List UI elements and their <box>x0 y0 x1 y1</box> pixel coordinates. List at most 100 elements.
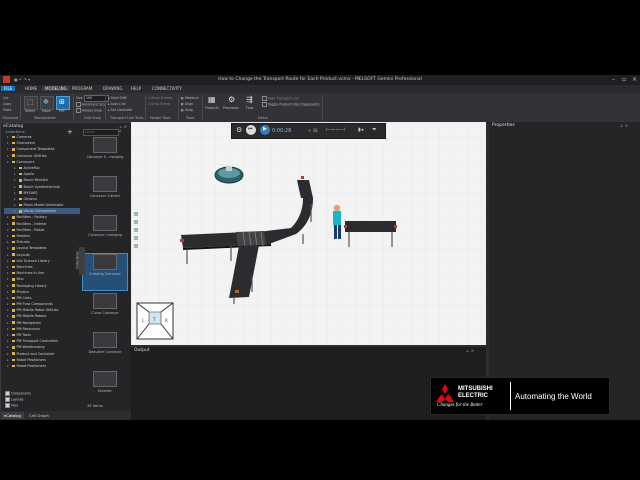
crossing-conveyor[interactable] <box>236 231 266 247</box>
collections-side-tab[interactable]: Collections <box>76 247 85 275</box>
conveyor-icon <box>93 332 117 348</box>
maximize-icon[interactable]: ▫ <box>622 76 626 83</box>
tree-item-label: Machines In-line <box>16 271 45 276</box>
floor-grid <box>131 122 486 345</box>
filter-files[interactable]: Files <box>5 403 18 408</box>
select-button[interactable]: ⬚ <box>24 96 38 110</box>
hide-transport-link-option[interactable]: Hide Transport Link <box>262 96 299 101</box>
move-button[interactable]: ✥ <box>40 96 54 110</box>
always-snap-checkbox[interactable] <box>76 108 81 113</box>
camera-icon[interactable]: ▮◂ <box>358 127 363 133</box>
filter-layouts-checkbox[interactable] <box>5 397 10 402</box>
items-count: 35 Items <box>87 404 103 408</box>
window-title: How to Change the Transport Route for Ea… <box>218 77 422 82</box>
tab-ecatalog[interactable]: eCatalog <box>1 412 24 419</box>
tree-item-label: Fixtures <box>16 240 30 245</box>
filter-components-checkbox[interactable] <box>5 391 10 396</box>
tree-item[interactable]: ▸ Robot Positioners <box>4 363 80 369</box>
tree-item-label: Physics <box>16 289 30 294</box>
toggle-product-filter-checkbox[interactable] <box>262 102 267 107</box>
pnp-button[interactable]: ⊞ <box>56 96 70 110</box>
component-thumbnail[interactable]: Conveyor II - merging <box>83 137 127 173</box>
tree-item-label: Layout Templates <box>16 246 47 251</box>
component-thumbnail[interactable]: Curve Conveyor <box>83 293 127 329</box>
measure-button[interactable]: ◧ Measure <box>181 96 199 100</box>
component-thumbnail[interactable]: Deduster Conveyor <box>83 332 127 368</box>
always-snap-option[interactable]: Always Snap <box>76 108 102 113</box>
tree-item-label: Apollo <box>23 172 35 177</box>
filter-icon[interactable]: ⏷ <box>372 126 377 134</box>
hide-transport-link-checkbox[interactable] <box>262 96 267 101</box>
folder-icon <box>12 265 15 269</box>
properties-title: Properties <box>492 123 515 128</box>
settings-icon[interactable]: ⚙ <box>236 126 242 134</box>
thumbnail-label: Conveyor Y-divert <box>89 194 121 198</box>
svg-text:T: T <box>152 317 156 322</box>
component-thumbnail[interactable]: Diverter <box>83 371 127 407</box>
filter-components[interactable]: Components <box>5 391 31 396</box>
filter-layouts[interactable]: Layouts <box>5 397 24 402</box>
menu-drawing[interactable]: DRAWING <box>100 86 125 91</box>
tree-item-label: Activefloc <box>23 165 41 170</box>
menu-connectivity[interactable]: CONNECTIVITY <box>149 86 185 91</box>
search-icon[interactable]: ⌕ <box>119 128 121 133</box>
select-label: Select <box>25 109 35 113</box>
toggle-product-filter-option[interactable]: Toggle Product Filter Diagnostics <box>262 102 320 107</box>
folder-icon <box>19 210 22 213</box>
paste-button[interactable]: Paste <box>3 108 12 112</box>
tagline: Automating the World <box>515 392 592 401</box>
snap-frame-button[interactable]: ▫ Snap Frame <box>148 102 170 106</box>
processes-icon: ⚙ <box>228 95 236 104</box>
thumbnail-label: Deduster Conveyor <box>88 350 122 354</box>
snap-button[interactable]: ◧ Snap <box>181 108 193 112</box>
play-button[interactable]: ▶ <box>260 125 270 135</box>
minimize-icon[interactable]: – <box>612 76 615 83</box>
flow-button[interactable]: Flow <box>246 106 253 110</box>
menu-program[interactable]: PROGRAM <box>69 86 95 91</box>
folder-icon <box>12 284 15 287</box>
menu-home[interactable]: HOME <box>22 86 40 91</box>
show-frames-button[interactable]: ▫ Show Frames <box>148 96 172 100</box>
close-icon[interactable]: × <box>632 76 637 83</box>
folder-icon <box>12 339 15 343</box>
products-button[interactable]: Products <box>205 106 219 110</box>
helper-group-label: Helper Tools <box>150 116 171 120</box>
automatic-size-option[interactable]: Automatic Size <box>76 102 106 107</box>
sim-speed: + 38 <box>308 128 318 133</box>
collections-tree[interactable]: ▸ Cameras ▸ Characters ▸ Component Templates ▸… <box>4 134 80 369</box>
tab-cell-graph[interactable]: Cell Graph <box>26 412 52 419</box>
filter-files-checkbox[interactable] <box>5 403 10 408</box>
output-pin-icon[interactable]: ⊥ × <box>466 348 474 353</box>
set-controller-button[interactable]: ▸ Set Controller <box>108 108 133 112</box>
processes-button[interactable]: Processes <box>223 106 239 110</box>
select-icon: ⬚ <box>27 98 34 106</box>
thumbnail-label: Conveyor II - merging <box>86 155 124 159</box>
tree-item-label: PM Mobile Robots <box>16 314 47 319</box>
automatic-size-checkbox[interactable] <box>76 102 81 107</box>
copy-button[interactable]: Copy <box>3 102 11 106</box>
slogan: Changes for the Better <box>437 403 483 408</box>
component-thumbnail[interactable]: Conveyor I-merging <box>83 215 127 251</box>
menu-help[interactable]: HELP <box>128 86 144 91</box>
folder-icon <box>12 302 15 306</box>
menu-modeling[interactable]: MODELING <box>42 86 70 91</box>
auto-link-button[interactable]: ▸ Auto Link <box>108 102 126 106</box>
ribbon-separator <box>178 95 179 120</box>
application-window: ▣ ↶ ↷ ▾ How to Change the Transport Rout… <box>0 75 640 420</box>
ecatalog-panel: eCatalog ⊥ × Collections + Search ⌕ ▸ Cam… <box>0 122 132 413</box>
folder-icon <box>19 185 22 188</box>
component-thumbnail[interactable]: Conveyor Y-divert <box>83 176 127 212</box>
speed-slider[interactable]: ⊢——⊣ <box>326 127 345 133</box>
align-button[interactable]: ◧ Align <box>181 102 193 106</box>
3d-viewport[interactable]: T L R ⚙ ⏮ ▶ 0:00:28 + 38 ⊢——⊣ ▮◂ ⏷ <box>131 122 486 345</box>
start-shift-button[interactable]: ▸ Start Shift <box>108 96 127 100</box>
view-cube[interactable]: T L R <box>136 302 174 340</box>
component-thumbnail[interactable]: Crossing Conveyor <box>82 253 128 291</box>
properties-pin-icon[interactable]: ⊥ × <box>620 123 628 128</box>
reset-button[interactable]: ⏮ <box>246 125 256 135</box>
menu-file[interactable]: FILE <box>1 86 16 91</box>
conveyor-icon <box>93 176 117 192</box>
tree-item-label: Robot Positioners <box>16 363 46 368</box>
folder-icon <box>12 228 15 232</box>
cut-button[interactable]: Cut <box>3 96 9 100</box>
